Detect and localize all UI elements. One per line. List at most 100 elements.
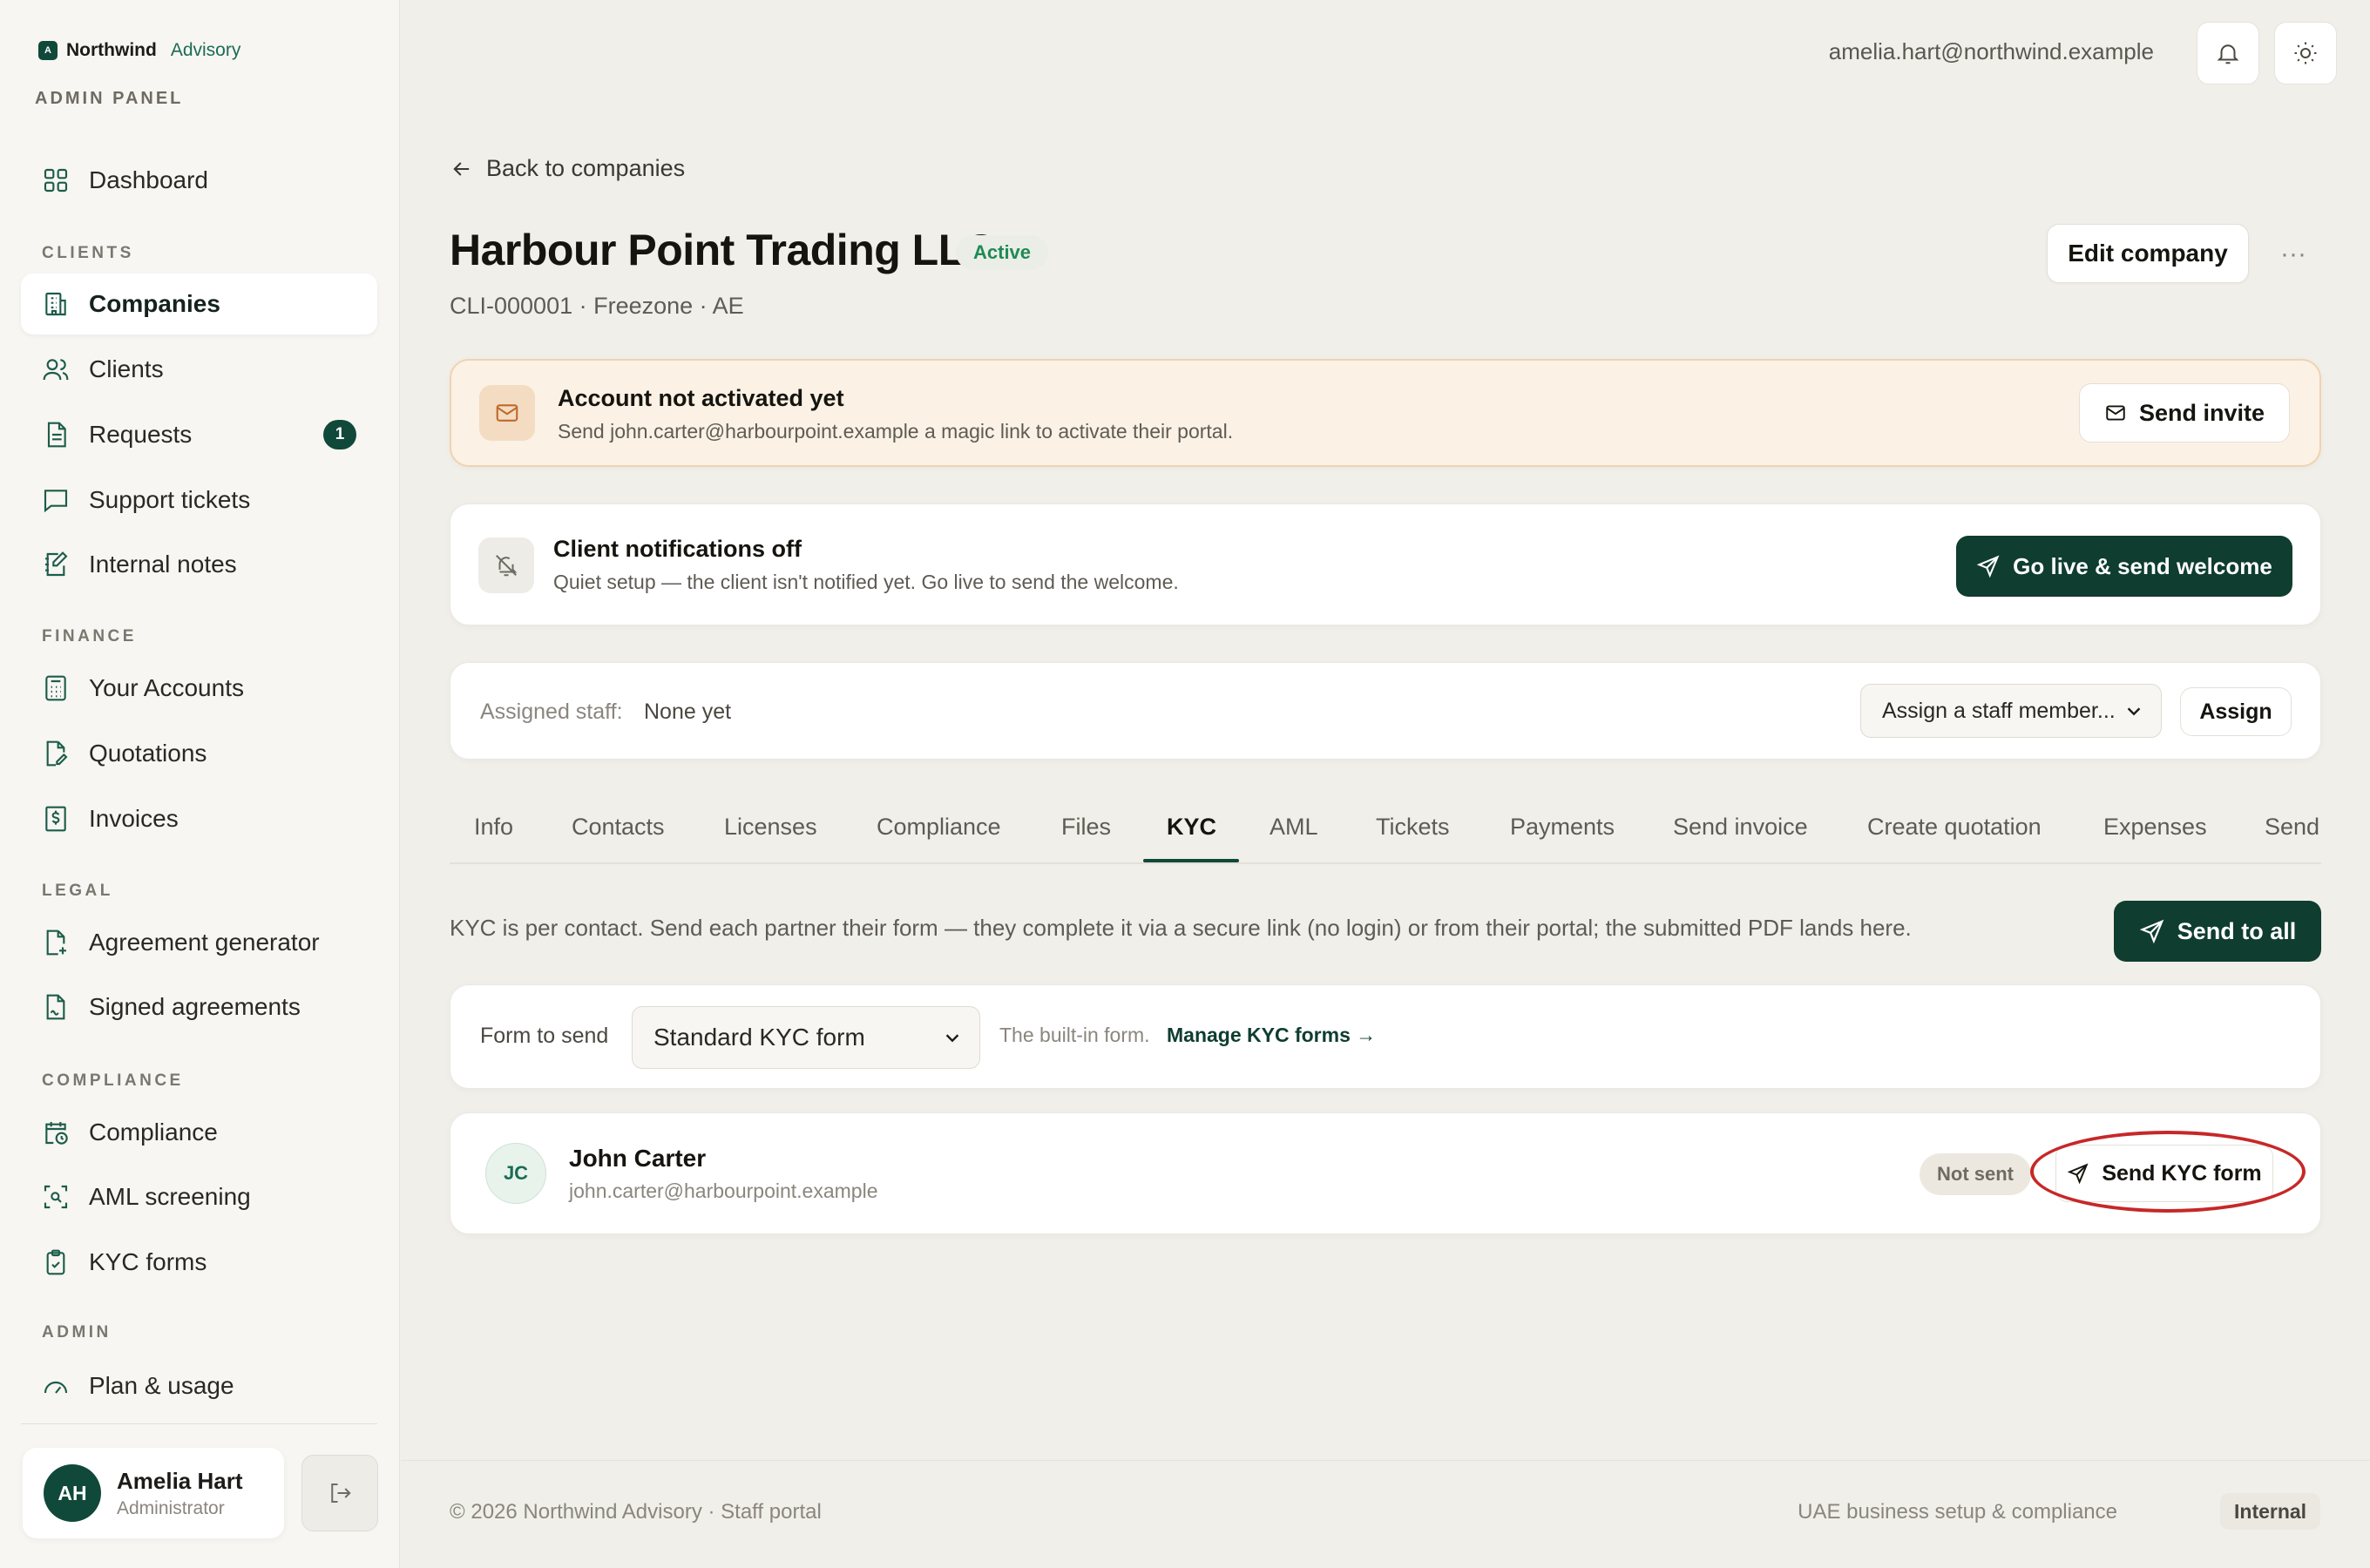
sidebar-item-compliance[interactable]: Compliance <box>21 1102 377 1163</box>
sidebar-item-invoices[interactable]: Invoices <box>21 788 377 849</box>
invoice-icon <box>42 805 70 833</box>
chevron-down-icon <box>945 1034 959 1043</box>
sidebar-item-label: Quotations <box>89 740 207 767</box>
tab-kyc[interactable]: KYC <box>1167 789 1216 864</box>
kyc-form-select[interactable]: Standard KYC form <box>632 1006 980 1069</box>
arrow-left-icon <box>453 161 470 176</box>
notifications-banner: Client notifications off Quiet setup — t… <box>450 504 2321 625</box>
note-edit-icon <box>42 551 70 578</box>
tab-send-invoice[interactable]: Send invoice <box>1673 789 1808 864</box>
brand-name: Northwind <box>66 40 157 60</box>
chat-icon <box>42 486 70 514</box>
sidebar: A Northwind Advisory ADMIN PANEL Dashboa… <box>0 0 400 1568</box>
sidebar-item-label: Requests <box>89 421 193 448</box>
logout-button[interactable] <box>301 1455 378 1531</box>
section-legal: LEGAL <box>42 882 113 900</box>
back-to-companies-link[interactable]: Back to companies <box>450 155 685 182</box>
tab-info[interactable]: Info <box>474 789 513 864</box>
sidebar-item-signed-agreements[interactable]: Signed agreements <box>21 977 377 1037</box>
users-icon <box>42 355 70 383</box>
tab-licenses[interactable]: Licenses <box>724 789 817 864</box>
banner-title: Client notifications off <box>553 536 802 562</box>
form-hint: The built-in form. <box>999 1024 1150 1046</box>
sidebar-item-aml-screening[interactable]: AML screening <box>21 1166 377 1227</box>
tab-files[interactable]: Files <box>1061 789 1111 864</box>
status-badge: Active <box>956 235 1049 270</box>
tab-send[interactable]: Send <box>2265 789 2319 864</box>
send-kyc-form-button[interactable]: Send KYC form <box>2055 1145 2273 1202</box>
sidebar-divider <box>21 1423 377 1424</box>
tab-compliance[interactable]: Compliance <box>877 789 1001 864</box>
assign-button[interactable]: Assign <box>2180 687 2292 736</box>
avatar: AH <box>44 1464 101 1522</box>
send-kyc-form-label: Send KYC form <box>2102 1160 2262 1186</box>
banner-description: Send john.carter@harbourpoint.example a … <box>558 420 1234 443</box>
sidebar-item-support-tickets[interactable]: Support tickets <box>21 470 377 531</box>
send-icon <box>1976 555 2000 578</box>
back-label: Back to companies <box>486 155 686 181</box>
staff-select[interactable]: Assign a staff member... <box>1860 684 2162 738</box>
brand[interactable]: A Northwind Advisory <box>38 40 240 61</box>
bell-icon <box>2217 44 2239 64</box>
user-card[interactable]: AH Amelia Hart Administrator <box>23 1448 284 1538</box>
mail-icon <box>2106 405 2125 421</box>
current-user-email: amelia.hart@northwind.example <box>1828 38 2154 64</box>
kyc-status-badge: Not sent <box>1920 1153 2031 1195</box>
sidebar-item-label: Dashboard <box>89 166 208 193</box>
sidebar-item-kyc-forms[interactable]: KYC forms <box>21 1232 377 1293</box>
send-to-all-button[interactable]: Send to all <box>2114 901 2321 962</box>
send-invite-button[interactable]: Send invite <box>2079 383 2290 443</box>
sidebar-item-internal-notes[interactable]: Internal notes <box>21 534 377 595</box>
footer-copyright: © 2026 Northwind Advisory · Staff portal <box>450 1500 822 1524</box>
sidebar-item-label: AML screening <box>89 1183 251 1210</box>
send-to-all-label: Send to all <box>2177 917 2297 944</box>
sun-icon <box>2294 42 2317 64</box>
section-finance: FINANCE <box>42 627 137 645</box>
sidebar-item-plan-usage[interactable]: Plan & usage <box>21 1355 377 1416</box>
user-name: Amelia Hart <box>117 1467 243 1494</box>
go-live-button[interactable]: Go live & send welcome <box>1956 536 2292 597</box>
tab-create-quotation[interactable]: Create quotation <box>1867 789 2042 864</box>
section-compliance: COMPLIANCE <box>42 1071 184 1090</box>
footer-divider <box>401 1460 2370 1461</box>
staff-select-value: Assign a staff member... <box>1882 698 2116 723</box>
sidebar-item-label: Agreement generator <box>89 929 320 956</box>
sidebar-item-agreement-generator[interactable]: Agreement generator <box>21 912 377 973</box>
contact-row: JC John Carter john.carter@harbourpoint.… <box>450 1112 2321 1234</box>
sidebar-item-label: Support tickets <box>89 486 251 513</box>
staff-assignment-card: Assigned staff: None yet Assign a staff … <box>450 662 2321 760</box>
file-plus-icon <box>42 929 70 956</box>
sidebar-item-label: Internal notes <box>89 551 237 578</box>
sidebar-item-requests[interactable]: Requests 1 <box>21 404 377 465</box>
tab-aml[interactable]: AML <box>1270 789 1318 864</box>
requests-count-badge: 1 <box>323 420 356 449</box>
sidebar-item-companies[interactable]: Companies <box>21 274 377 335</box>
tab-payments[interactable]: Payments <box>1510 789 1615 864</box>
footer-internal-badge: Internal <box>2220 1493 2321 1530</box>
go-live-label: Go live & send welcome <box>2013 552 2272 579</box>
tab-tickets[interactable]: Tickets <box>1376 789 1450 864</box>
theme-toggle-button[interactable] <box>2274 22 2337 84</box>
sidebar-item-clients[interactable]: Clients <box>21 339 377 400</box>
calculator-icon <box>42 674 70 702</box>
more-options-button[interactable]: ··· <box>2274 235 2312 274</box>
sidebar-item-label: Compliance <box>89 1119 218 1146</box>
user-role: Administrator <box>117 1497 225 1518</box>
banner-description: Quiet setup — the client isn't notified … <box>553 571 1179 593</box>
footer-tagline: UAE business setup & compliance <box>1798 1500 2117 1524</box>
assigned-staff-label: Assigned staff: <box>480 700 623 724</box>
send-icon <box>2067 1163 2089 1185</box>
assigned-staff-value: None yet <box>644 700 732 724</box>
sidebar-item-dashboard[interactable]: Dashboard <box>21 150 377 211</box>
sidebar-item-your-accounts[interactable]: Your Accounts <box>21 658 377 719</box>
tab-expenses[interactable]: Expenses <box>2103 789 2207 864</box>
active-tab-indicator <box>1143 859 1239 862</box>
manage-kyc-forms-link[interactable]: Manage KYC forms → <box>1167 1024 1376 1047</box>
notifications-button[interactable] <box>2197 22 2259 84</box>
contact-avatar: JC <box>485 1143 546 1204</box>
sidebar-item-quotations[interactable]: Quotations <box>21 723 377 784</box>
edit-company-button[interactable]: Edit company <box>2047 224 2249 283</box>
send-icon <box>2139 919 2164 944</box>
tab-contacts[interactable]: Contacts <box>572 789 665 864</box>
sidebar-item-label: Signed agreements <box>89 993 301 1020</box>
